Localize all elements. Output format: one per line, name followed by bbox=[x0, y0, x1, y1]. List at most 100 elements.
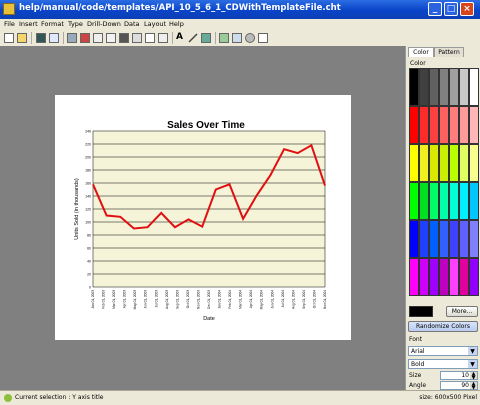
menu-type[interactable]: Type bbox=[68, 20, 83, 28]
data-source-icon[interactable] bbox=[80, 33, 90, 43]
y-tick-label: 240 bbox=[85, 130, 91, 134]
color-swatch[interactable] bbox=[409, 144, 419, 182]
color-swatch[interactable] bbox=[469, 144, 479, 182]
color-swatch[interactable] bbox=[419, 220, 429, 258]
size-value: 10 bbox=[461, 372, 469, 379]
x-tick-label: Feb 01, 2003 bbox=[102, 290, 106, 309]
tab-color[interactable]: Color bbox=[408, 47, 434, 57]
color-swatch[interactable] bbox=[459, 220, 469, 258]
spinner-arrows-icon[interactable]: ▲ ▼ bbox=[470, 372, 477, 381]
legend-icon[interactable] bbox=[145, 33, 155, 43]
menu-file[interactable]: File bbox=[4, 20, 15, 28]
color-swatch[interactable] bbox=[429, 68, 439, 106]
text-icon[interactable]: A bbox=[176, 33, 186, 43]
close-button[interactable]: × bbox=[460, 2, 474, 16]
color-swatch[interactable] bbox=[439, 182, 449, 220]
color-swatch[interactable] bbox=[429, 144, 439, 182]
color-swatch[interactable] bbox=[469, 182, 479, 220]
pen-icon[interactable] bbox=[188, 33, 198, 43]
zoom-out-icon[interactable] bbox=[232, 33, 242, 43]
color-swatch[interactable] bbox=[429, 106, 439, 144]
color-swatch[interactable] bbox=[409, 258, 419, 296]
status-lightbulb-icon bbox=[4, 394, 12, 402]
color-swatch[interactable] bbox=[469, 258, 479, 296]
color-swatch[interactable] bbox=[449, 144, 459, 182]
color-swatch[interactable] bbox=[459, 106, 469, 144]
table-icon[interactable] bbox=[158, 33, 168, 43]
color-swatch[interactable] bbox=[449, 258, 459, 296]
color-swatch[interactable] bbox=[459, 258, 469, 296]
refresh-icon[interactable] bbox=[245, 33, 255, 43]
color-swatch[interactable] bbox=[419, 68, 429, 106]
axis-icon[interactable] bbox=[132, 33, 142, 43]
color-swatch[interactable] bbox=[459, 144, 469, 182]
more-colors-button[interactable]: More... bbox=[446, 306, 478, 317]
color-swatch[interactable] bbox=[459, 68, 469, 106]
x-axis-title[interactable]: Date bbox=[203, 316, 215, 322]
color-swatch[interactable] bbox=[449, 220, 459, 258]
color-swatch[interactable] bbox=[439, 106, 449, 144]
help-icon[interactable] bbox=[258, 33, 268, 43]
color-swatch[interactable] bbox=[459, 182, 469, 220]
color-swatch[interactable] bbox=[419, 106, 429, 144]
color-swatch[interactable] bbox=[449, 182, 459, 220]
open-folder-icon[interactable] bbox=[17, 33, 27, 43]
menu-data[interactable]: Data bbox=[124, 20, 140, 28]
size-spinner[interactable]: 10 ▲ ▼ bbox=[440, 371, 478, 381]
color-swatch[interactable] bbox=[439, 258, 449, 296]
y-tick-label: 200 bbox=[85, 156, 91, 160]
x-tick-label: Feb 01, 2004 bbox=[228, 290, 232, 309]
template-icon[interactable] bbox=[93, 33, 103, 43]
color-swatch[interactable] bbox=[449, 106, 459, 144]
chevron-down-icon[interactable]: ▼ bbox=[468, 347, 477, 355]
menu-layout[interactable]: Layout bbox=[144, 20, 166, 28]
color-swatch[interactable] bbox=[429, 258, 439, 296]
menu-drill-down[interactable]: Drill-Down bbox=[87, 20, 121, 28]
font-family-select[interactable]: Arial ▼ bbox=[408, 346, 478, 356]
chevron-down-icon[interactable]: ▼ bbox=[468, 360, 477, 368]
chart-title[interactable]: Sales Over Time bbox=[167, 120, 245, 131]
color-swatch[interactable] bbox=[409, 68, 419, 106]
menu-format[interactable]: Format bbox=[41, 20, 64, 28]
tab-pattern[interactable]: Pattern bbox=[434, 47, 464, 57]
export-icon[interactable] bbox=[49, 33, 59, 43]
color-swatch[interactable] bbox=[419, 182, 429, 220]
new-file-icon[interactable] bbox=[4, 33, 14, 43]
series-icon[interactable] bbox=[119, 33, 129, 43]
chart-type-icon[interactable] bbox=[67, 33, 77, 43]
color-swatch[interactable] bbox=[409, 106, 419, 144]
color-swatch[interactable] bbox=[419, 144, 429, 182]
image-icon[interactable] bbox=[201, 33, 211, 43]
maximize-button[interactable]: □ bbox=[444, 2, 458, 16]
x-tick-label: Sep 01, 2004 bbox=[302, 290, 306, 309]
x-tick-label: Jul 01, 2004 bbox=[281, 290, 285, 308]
color-swatch[interactable] bbox=[439, 68, 449, 106]
color-swatch[interactable] bbox=[439, 144, 449, 182]
x-tick-label: Jan 01, 2003 bbox=[91, 290, 95, 309]
zoom-in-icon[interactable] bbox=[219, 33, 229, 43]
menu-help[interactable]: Help bbox=[169, 20, 184, 28]
properties-icon[interactable] bbox=[106, 33, 116, 43]
spinner-arrows-icon[interactable]: ▲ ▼ bbox=[470, 382, 477, 391]
minimize-button[interactable]: _ bbox=[428, 2, 442, 16]
x-tick-label: Jun 01, 2004 bbox=[270, 290, 274, 309]
color-swatch[interactable] bbox=[469, 220, 479, 258]
font-style-select[interactable]: Bold ▼ bbox=[408, 359, 478, 369]
menu-insert[interactable]: Insert bbox=[19, 20, 38, 28]
angle-spinner[interactable]: 90 ▲ ▼ bbox=[440, 381, 478, 391]
color-swatch[interactable] bbox=[469, 106, 479, 144]
color-swatch[interactable] bbox=[429, 220, 439, 258]
x-tick-label: Nov 01, 2003 bbox=[196, 290, 200, 309]
color-swatch[interactable] bbox=[409, 220, 419, 258]
chart-canvas: Sales Over Time 0 20 40 60 80 100 120 140 160 180… bbox=[0, 46, 405, 390]
y-tick-label: 20 bbox=[87, 273, 91, 277]
color-swatch[interactable] bbox=[469, 68, 479, 106]
color-swatch[interactable] bbox=[449, 68, 459, 106]
color-swatch[interactable] bbox=[409, 182, 419, 220]
save-icon[interactable] bbox=[36, 33, 46, 43]
y-axis-title[interactable]: Units Sold (in thousands) bbox=[74, 178, 80, 240]
color-swatch[interactable] bbox=[419, 258, 429, 296]
color-swatch[interactable] bbox=[429, 182, 439, 220]
randomize-colors-button[interactable]: Randomize Colors bbox=[408, 321, 478, 332]
color-swatch[interactable] bbox=[439, 220, 449, 258]
